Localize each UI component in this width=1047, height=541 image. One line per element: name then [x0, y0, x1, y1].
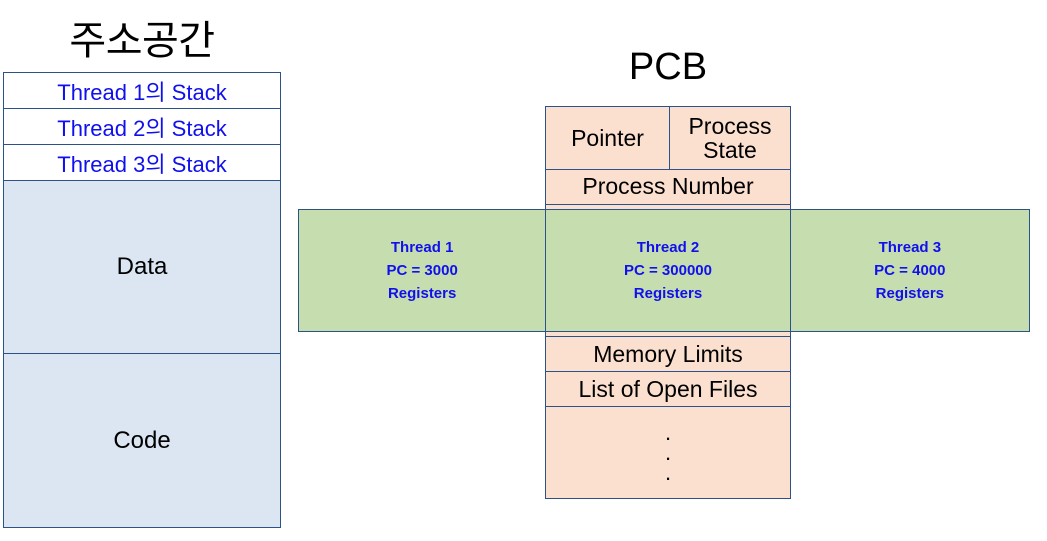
address-space-row-code: Code: [3, 353, 281, 528]
thread-registers: Registers: [875, 285, 945, 303]
address-space-title: 주소공간: [69, 19, 215, 63]
pcb-process-state-label-line2: State: [703, 137, 757, 163]
thread-registers: Registers: [387, 285, 457, 303]
pcb-cell-memory-limits: Memory Limits: [545, 336, 791, 372]
thread-name: Thread 1: [390, 238, 454, 256]
diagram-canvas: 주소공간 Thread 1의 Stack Thread 2의 Stack Thr…: [0, 0, 1047, 541]
pcb-cell-process-number: Process Number: [545, 168, 791, 205]
pcb-cell-ellipsis: . . .: [545, 406, 791, 499]
address-space-row-data: Data: [3, 180, 281, 354]
thread-pc: PC = 3000: [386, 261, 458, 279]
address-space-row-label: Thread 1의 Stack: [57, 80, 227, 105]
pcb-process-state-label-line1: Process: [688, 112, 772, 139]
thread-name: Thread 2: [636, 238, 700, 256]
thread-box-2: Thread 2 PC = 300000 Registers: [545, 210, 791, 331]
address-space-row-thread-1-stack: Thread 1의 Stack: [3, 72, 281, 110]
pcb-cell-open-files: List of Open Files: [545, 371, 791, 407]
thread-pc: PC = 300000: [623, 261, 712, 279]
address-space-row-thread-3-stack: Thread 3의 Stack: [3, 144, 281, 182]
pcb-cell-process-state: Process State: [669, 106, 791, 170]
pcb-cell-pointer: Pointer: [545, 106, 670, 170]
address-space-row-thread-2-stack: Thread 2의 Stack: [3, 108, 281, 146]
thread-pc: PC = 4000: [874, 261, 946, 279]
address-space-row-label: Thread 3의 Stack: [57, 152, 227, 177]
thread-registers: Registers: [633, 285, 703, 303]
address-space-row-label: Thread 2의 Stack: [57, 116, 227, 141]
address-space-row-label: Code: [113, 426, 171, 454]
pcb-title: PCB: [628, 46, 708, 88]
pcb-memory-limits-label: Memory Limits: [593, 340, 743, 367]
pcb-pointer-label: Pointer: [571, 124, 644, 151]
pcb-open-files-label: List of Open Files: [578, 375, 758, 402]
thread-box-3: Thread 3 PC = 4000 Registers: [791, 210, 1029, 331]
address-space-row-label: Data: [116, 253, 168, 280]
address-space-table: Thread 1의 Stack Thread 2의 Stack Thread 3…: [3, 72, 281, 528]
thread-name: Thread 3: [878, 238, 942, 256]
pcb-ellipsis-dot: .: [664, 459, 672, 485]
thread-box-1: Thread 1 PC = 3000 Registers: [299, 210, 545, 331]
thread-band: Thread 1 PC = 3000 Registers Thread 2 PC…: [298, 209, 1030, 332]
pcb-process-number-label: Process Number: [582, 173, 754, 200]
